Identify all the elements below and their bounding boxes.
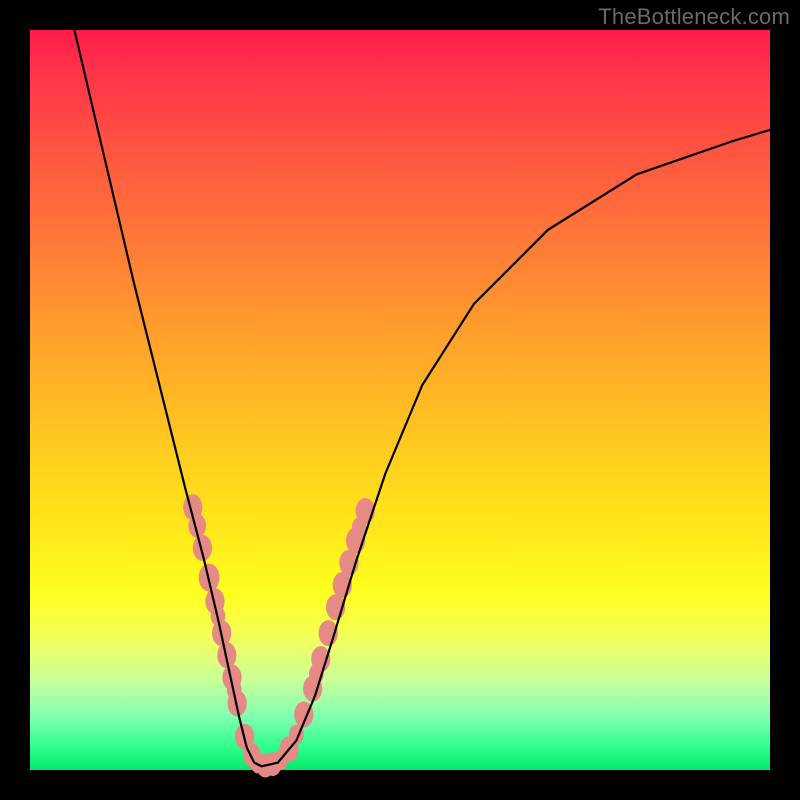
bottleneck-curve: [74, 30, 770, 766]
cluster-dots-group: [183, 494, 375, 777]
chart-svg: [30, 30, 770, 770]
outer-frame: TheBottleneck.com: [0, 0, 800, 800]
plot-area: [30, 30, 770, 770]
watermark-text: TheBottleneck.com: [598, 4, 790, 30]
